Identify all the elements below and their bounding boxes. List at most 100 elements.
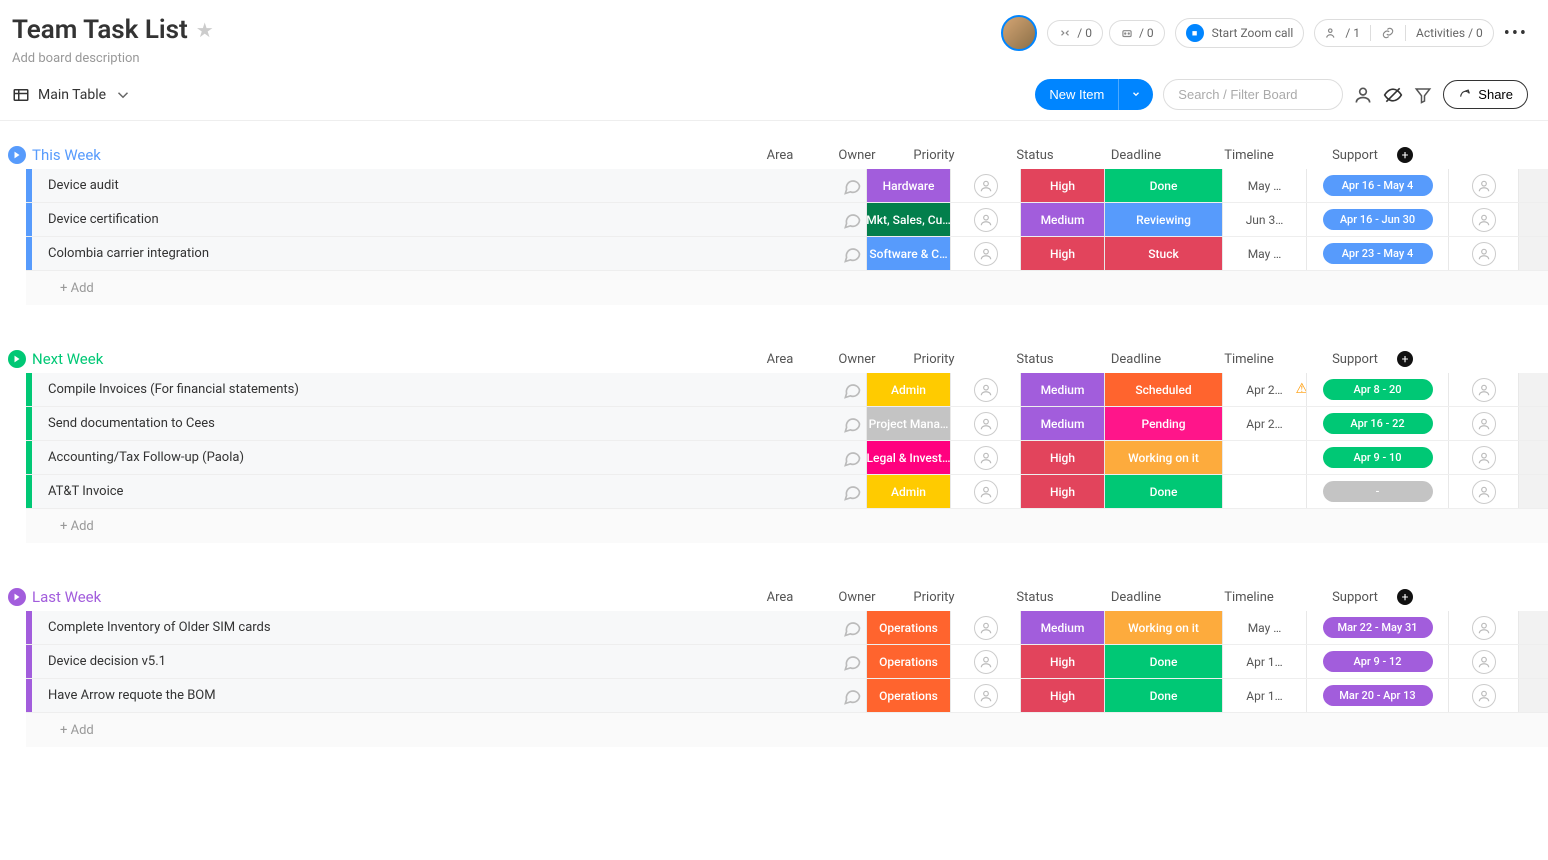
zoom-call-button[interactable]: ■ Start Zoom call xyxy=(1175,18,1305,48)
column-header-area[interactable]: Area xyxy=(738,584,822,611)
group-collapse-toggle[interactable] xyxy=(8,350,26,368)
timeline-cell[interactable]: Apr 16 - 22 xyxy=(1306,407,1448,440)
task-name-cell[interactable]: Send documentation to Cees xyxy=(32,407,838,440)
support-cell[interactable] xyxy=(1448,407,1518,440)
priority-cell[interactable]: Medium xyxy=(1020,203,1104,236)
owner-cell[interactable] xyxy=(950,169,1020,202)
owner-cell[interactable] xyxy=(950,441,1020,474)
table-row[interactable]: Device decision v5.1 Operations High Don… xyxy=(26,645,1548,679)
area-cell[interactable]: Legal & Invest… xyxy=(866,441,950,474)
column-header-timeline[interactable]: Timeline xyxy=(1178,346,1320,373)
deadline-cell[interactable] xyxy=(1222,441,1306,474)
status-cell[interactable]: Done xyxy=(1104,645,1222,678)
area-cell[interactable]: Admin xyxy=(866,475,950,508)
area-cell[interactable]: Hardware xyxy=(866,169,950,202)
hide-columns-icon[interactable] xyxy=(1383,85,1403,105)
table-row[interactable]: Send documentation to Cees Project Mana…… xyxy=(26,407,1548,441)
status-cell[interactable]: Stuck xyxy=(1104,237,1222,270)
task-name-cell[interactable]: Device audit xyxy=(32,169,838,202)
chat-icon[interactable] xyxy=(838,611,866,644)
column-header-status[interactable]: Status xyxy=(976,142,1094,169)
view-selector[interactable]: Main Table xyxy=(12,86,132,104)
area-cell[interactable]: Mkt, Sales, Cu… xyxy=(866,203,950,236)
timeline-cell[interactable]: Apr 8 - 20 xyxy=(1306,373,1448,406)
deadline-cell[interactable]: Apr 2… xyxy=(1222,407,1306,440)
table-row[interactable]: Colombia carrier integration Software & … xyxy=(26,237,1548,271)
area-cell[interactable]: Operations xyxy=(866,645,950,678)
column-header-support[interactable]: Support xyxy=(1320,346,1390,373)
add-column-button[interactable]: + xyxy=(1397,351,1413,367)
deadline-cell[interactable] xyxy=(1222,475,1306,508)
timeline-cell[interactable]: Apr 23 - May 4 xyxy=(1306,237,1448,270)
chat-icon[interactable] xyxy=(838,441,866,474)
search-input[interactable] xyxy=(1163,79,1343,110)
status-cell[interactable]: Done xyxy=(1104,679,1222,712)
owner-cell[interactable] xyxy=(950,475,1020,508)
share-button[interactable]: Share xyxy=(1443,80,1528,109)
deadline-cell[interactable]: May … xyxy=(1222,237,1306,270)
status-cell[interactable]: Working on it xyxy=(1104,611,1222,644)
chat-icon[interactable] xyxy=(838,407,866,440)
area-cell[interactable]: Software & C… xyxy=(866,237,950,270)
priority-cell[interactable]: High xyxy=(1020,679,1104,712)
deadline-cell[interactable]: Jun 3… xyxy=(1222,203,1306,236)
chat-icon[interactable] xyxy=(838,475,866,508)
column-header-status[interactable]: Status xyxy=(976,346,1094,373)
task-name-cell[interactable]: Accounting/Tax Follow-up (Paola) xyxy=(32,441,838,474)
column-header-timeline[interactable]: Timeline xyxy=(1178,142,1320,169)
column-header-support[interactable]: Support xyxy=(1320,584,1390,611)
add-item-input[interactable]: + Add xyxy=(32,519,94,534)
filter-icon[interactable] xyxy=(1413,85,1433,105)
timeline-cell[interactable]: - xyxy=(1306,475,1448,508)
timeline-cell[interactable]: Apr 16 - May 4 xyxy=(1306,169,1448,202)
board-description[interactable]: Add board description xyxy=(12,51,214,66)
table-row[interactable]: AT&T Invoice Admin High Done - xyxy=(26,475,1548,509)
column-header-status[interactable]: Status xyxy=(976,584,1094,611)
status-cell[interactable]: Done xyxy=(1104,169,1222,202)
more-menu-icon[interactable]: ••• xyxy=(1504,23,1528,44)
add-item-input[interactable]: + Add xyxy=(32,281,94,296)
timeline-cell[interactable]: Apr 9 - 10 xyxy=(1306,441,1448,474)
deadline-cell[interactable]: May … xyxy=(1222,169,1306,202)
support-cell[interactable] xyxy=(1448,237,1518,270)
table-row[interactable]: Device certification Mkt, Sales, Cu… Med… xyxy=(26,203,1548,237)
owner-cell[interactable] xyxy=(950,373,1020,406)
chat-icon[interactable] xyxy=(838,645,866,678)
chat-icon[interactable] xyxy=(838,373,866,406)
chat-icon[interactable] xyxy=(838,169,866,202)
table-row[interactable]: Device audit Hardware High Done May … Ap… xyxy=(26,169,1548,203)
column-header-owner[interactable]: Owner xyxy=(822,142,892,169)
group-name[interactable]: Last Week xyxy=(32,588,101,606)
task-name-cell[interactable]: Complete Inventory of Older SIM cards xyxy=(32,611,838,644)
priority-cell[interactable]: High xyxy=(1020,645,1104,678)
chat-icon[interactable] xyxy=(838,679,866,712)
table-row[interactable]: Complete Inventory of Older SIM cards Op… xyxy=(26,611,1548,645)
column-header-area[interactable]: Area xyxy=(738,142,822,169)
column-header-support[interactable]: Support xyxy=(1320,142,1390,169)
status-cell[interactable]: Pending xyxy=(1104,407,1222,440)
group-collapse-toggle[interactable] xyxy=(8,146,26,164)
priority-cell[interactable]: High xyxy=(1020,237,1104,270)
members-activities-pill[interactable]: / 1 Activities / 0 xyxy=(1314,19,1493,47)
area-cell[interactable]: Admin xyxy=(866,373,950,406)
table-row[interactable]: Compile Invoices (For financial statemen… xyxy=(26,373,1548,407)
support-cell[interactable] xyxy=(1448,203,1518,236)
priority-cell[interactable]: High xyxy=(1020,169,1104,202)
priority-cell[interactable]: High xyxy=(1020,475,1104,508)
owner-cell[interactable] xyxy=(950,407,1020,440)
status-cell[interactable]: Reviewing xyxy=(1104,203,1222,236)
new-item-button[interactable]: New Item xyxy=(1035,79,1153,110)
task-name-cell[interactable]: Compile Invoices (For financial statemen… xyxy=(32,373,838,406)
chat-icon[interactable] xyxy=(838,237,866,270)
status-cell[interactable]: Working on it xyxy=(1104,441,1222,474)
task-name-cell[interactable]: Device certification xyxy=(32,203,838,236)
column-header-priority[interactable]: Priority xyxy=(892,142,976,169)
column-header-priority[interactable]: Priority xyxy=(892,584,976,611)
task-name-cell[interactable]: AT&T Invoice xyxy=(32,475,838,508)
timeline-cell[interactable]: Mar 20 - Apr 13 xyxy=(1306,679,1448,712)
owner-cell[interactable] xyxy=(950,645,1020,678)
table-row[interactable]: Have Arrow requote the BOM Operations Hi… xyxy=(26,679,1548,713)
task-name-cell[interactable]: Device decision v5.1 xyxy=(32,645,838,678)
owner-cell[interactable] xyxy=(950,679,1020,712)
support-cell[interactable] xyxy=(1448,441,1518,474)
